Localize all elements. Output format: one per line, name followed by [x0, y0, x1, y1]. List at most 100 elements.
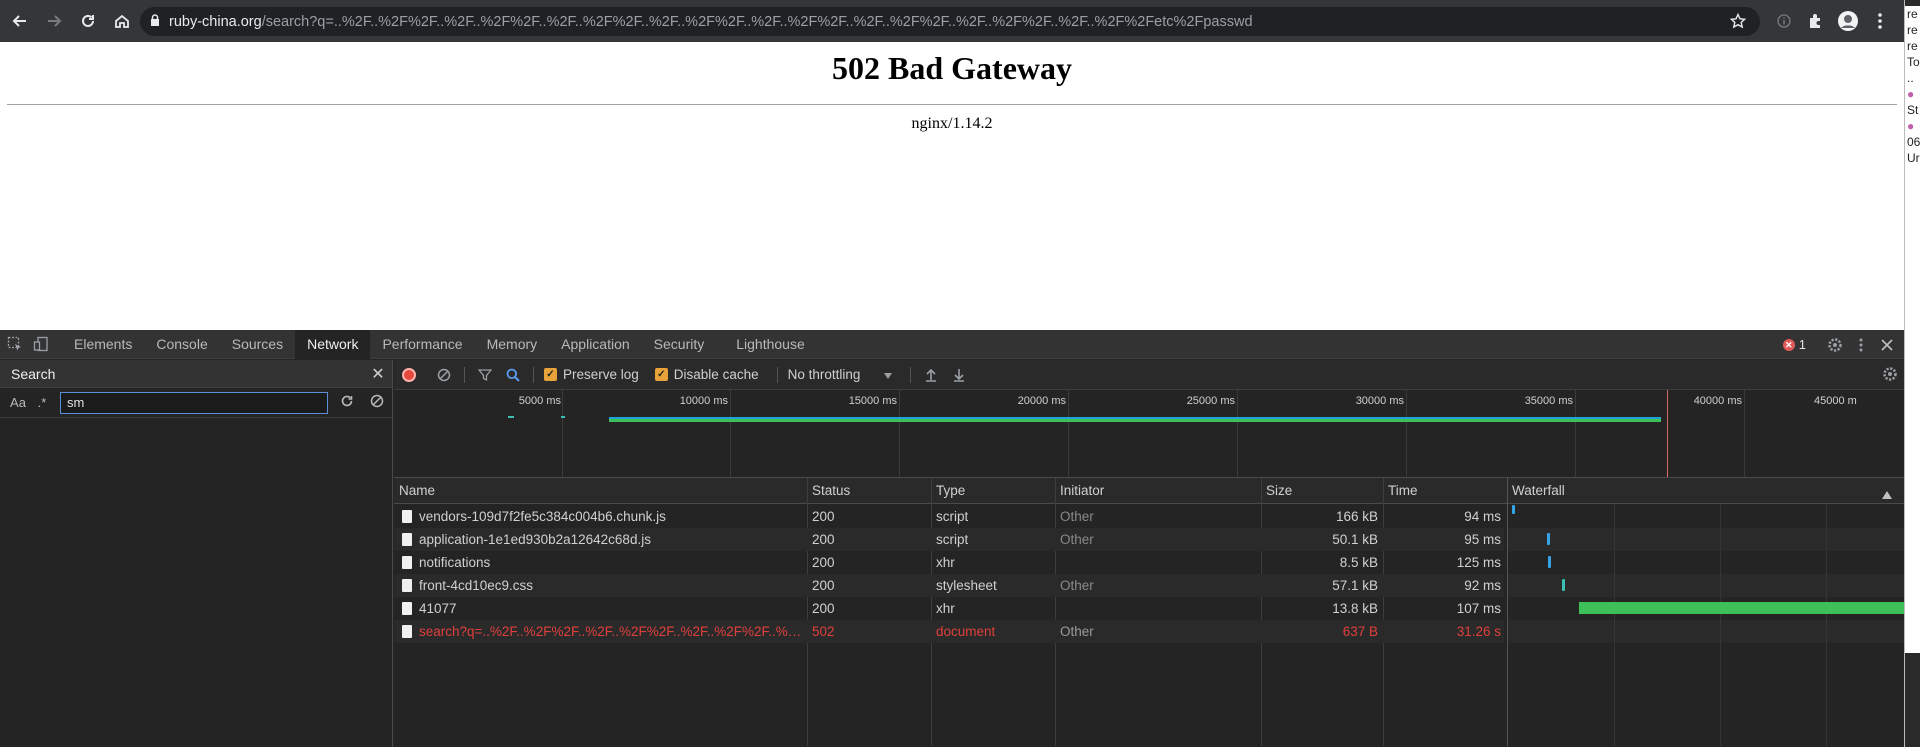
clear-search-icon[interactable]	[362, 394, 392, 411]
request-type: script	[936, 532, 969, 547]
disable-cache-label: Disable cache	[673, 367, 759, 382]
col-header-waterfall[interactable]: Waterfall	[1507, 478, 1904, 504]
waterfall-gridline	[1826, 504, 1827, 746]
col-header-type[interactable]: Type	[931, 478, 1055, 504]
tab-lighthouse[interactable]: Lighthouse	[716, 330, 817, 359]
disable-cache-checkbox[interactable]: ✓	[654, 368, 668, 381]
side-text-4: To	[1907, 55, 1920, 69]
preserve-log-label: Preserve log	[563, 367, 639, 382]
menu-kebab-icon[interactable]	[1864, 5, 1896, 37]
search-icon[interactable]	[499, 368, 527, 382]
tab-performance[interactable]: Performance	[370, 330, 474, 359]
home-button[interactable]	[106, 5, 138, 37]
overview-gridline	[730, 390, 731, 477]
waterfall-gridline	[1614, 504, 1615, 746]
regex-toggle[interactable]: .*	[30, 395, 54, 410]
tab-elements[interactable]: Elements	[62, 330, 144, 359]
network-settings-gear-icon[interactable]	[1882, 366, 1898, 385]
waterfall-area	[1508, 504, 1904, 746]
reload-button[interactable]	[72, 5, 104, 37]
preserve-log-checkbox[interactable]: ✓	[544, 368, 557, 381]
request-status: 200	[812, 578, 835, 593]
error-count-badge[interactable]: ✕ 1	[1782, 337, 1806, 352]
inspect-element-icon[interactable]	[2, 330, 28, 359]
table-row-error[interactable]: search?q=..%2F..%2F%2F..%2F..%2F%2F..%2F…	[394, 620, 1504, 643]
overview-tick-label: 30000 ms	[1355, 395, 1404, 407]
request-type: xhr	[936, 601, 955, 616]
tab-memory[interactable]: Memory	[475, 330, 550, 359]
col-header-initiator[interactable]: Initiator	[1055, 478, 1261, 504]
bookmark-star-icon[interactable]	[1729, 12, 1747, 33]
extensions-puzzle-icon[interactable]	[1800, 5, 1832, 37]
file-icon	[402, 533, 412, 546]
match-case-toggle[interactable]: Aa	[6, 395, 30, 410]
close-search-icon[interactable]: ✕	[364, 364, 392, 384]
request-type: stylesheet	[936, 578, 997, 593]
import-har-icon[interactable]	[917, 368, 945, 382]
request-status: 200	[812, 509, 835, 524]
col-header-time[interactable]: Time	[1383, 478, 1507, 504]
network-overview[interactable]: 5000 ms 10000 ms 15000 ms 20000 ms 25000…	[394, 390, 1904, 478]
toolbar-separator	[464, 366, 465, 383]
devtools-menu-icon[interactable]	[1848, 330, 1874, 359]
table-row[interactable]: vendors-109d7f2fe5c384c004b6.chunk.js 20…	[394, 505, 1504, 528]
request-initiator: Other	[1060, 624, 1094, 639]
request-status: 200	[812, 532, 835, 547]
side-text-7: 06	[1907, 135, 1920, 149]
tab-sources[interactable]: Sources	[220, 330, 295, 359]
side-text-8: Ur	[1907, 151, 1920, 165]
waterfall-row	[1508, 551, 1904, 574]
overview-gridline	[1406, 390, 1407, 477]
search-toolbar: Aa .*	[0, 388, 392, 418]
col-header-name[interactable]: Name	[394, 478, 807, 504]
record-button[interactable]	[402, 367, 416, 382]
url-host: ruby-china.org	[169, 13, 262, 30]
error-x-icon: ✕	[1782, 338, 1795, 351]
request-name: application-1e1ed930b2a12642c68d.js	[419, 532, 651, 547]
waterfall-timing-bar	[1512, 505, 1515, 514]
tab-security[interactable]: Security	[642, 330, 717, 359]
waterfall-row	[1508, 574, 1904, 597]
tab-application[interactable]: Application	[549, 330, 642, 359]
address-bar[interactable]: ruby-china.org/search?q=..%2F..%2F%2F..%…	[140, 7, 1760, 36]
clear-log-icon[interactable]	[430, 368, 458, 382]
back-button[interactable]	[4, 5, 36, 37]
col-header-size[interactable]: Size	[1261, 478, 1383, 504]
profile-avatar-icon[interactable]	[1832, 5, 1864, 37]
search-panel: Search ✕ Aa .*	[0, 360, 393, 747]
table-row[interactable]: application-1e1ed930b2a12642c68d.js 200 …	[394, 528, 1504, 551]
filter-funnel-icon[interactable]	[471, 368, 499, 382]
forward-button[interactable]	[38, 5, 70, 37]
search-panel-header: Search ✕	[0, 360, 392, 388]
request-time: 125 ms	[1456, 555, 1501, 570]
side-text-2: re	[1907, 23, 1918, 37]
arrow-left-icon	[12, 15, 26, 27]
request-status: 200	[812, 555, 835, 570]
side-dot-icon-2: ●	[1907, 119, 1915, 133]
toolbar-right	[1768, 0, 1904, 42]
tab-console[interactable]: Console	[144, 330, 219, 359]
file-icon	[402, 625, 412, 638]
search-panel-title: Search	[11, 365, 56, 382]
tab-network[interactable]: Network	[295, 329, 371, 359]
throttling-select[interactable]: No throttling	[788, 367, 893, 382]
table-row[interactable]: notifications 200 xhr 8.5 kB 125 ms	[394, 551, 1504, 574]
close-devtools-icon[interactable]	[1874, 330, 1900, 359]
table-row[interactable]: 41077 200 xhr 13.8 kB 107 ms	[394, 597, 1504, 620]
request-size: 8.5 kB	[1339, 555, 1378, 570]
side-text-5: ..	[1907, 71, 1914, 85]
overview-gridline	[1237, 390, 1238, 477]
export-har-icon[interactable]	[945, 368, 973, 382]
settings-gear-icon[interactable]	[1822, 330, 1848, 359]
lock-icon	[150, 13, 160, 30]
table-row[interactable]: front-4cd10ec9.css 200 stylesheet Other …	[394, 574, 1504, 597]
device-toolbar-icon[interactable]	[28, 330, 54, 359]
request-initiator: Other	[1060, 578, 1094, 593]
info-icon[interactable]	[1768, 5, 1800, 37]
search-input[interactable]	[60, 391, 328, 414]
refresh-search-icon[interactable]	[332, 394, 362, 411]
col-header-status[interactable]: Status	[807, 478, 931, 504]
requests-table: Name Status Type Initiator Size Time Wat…	[394, 478, 1904, 746]
toolbar-separator	[776, 366, 778, 383]
request-size: 57.1 kB	[1332, 578, 1378, 593]
